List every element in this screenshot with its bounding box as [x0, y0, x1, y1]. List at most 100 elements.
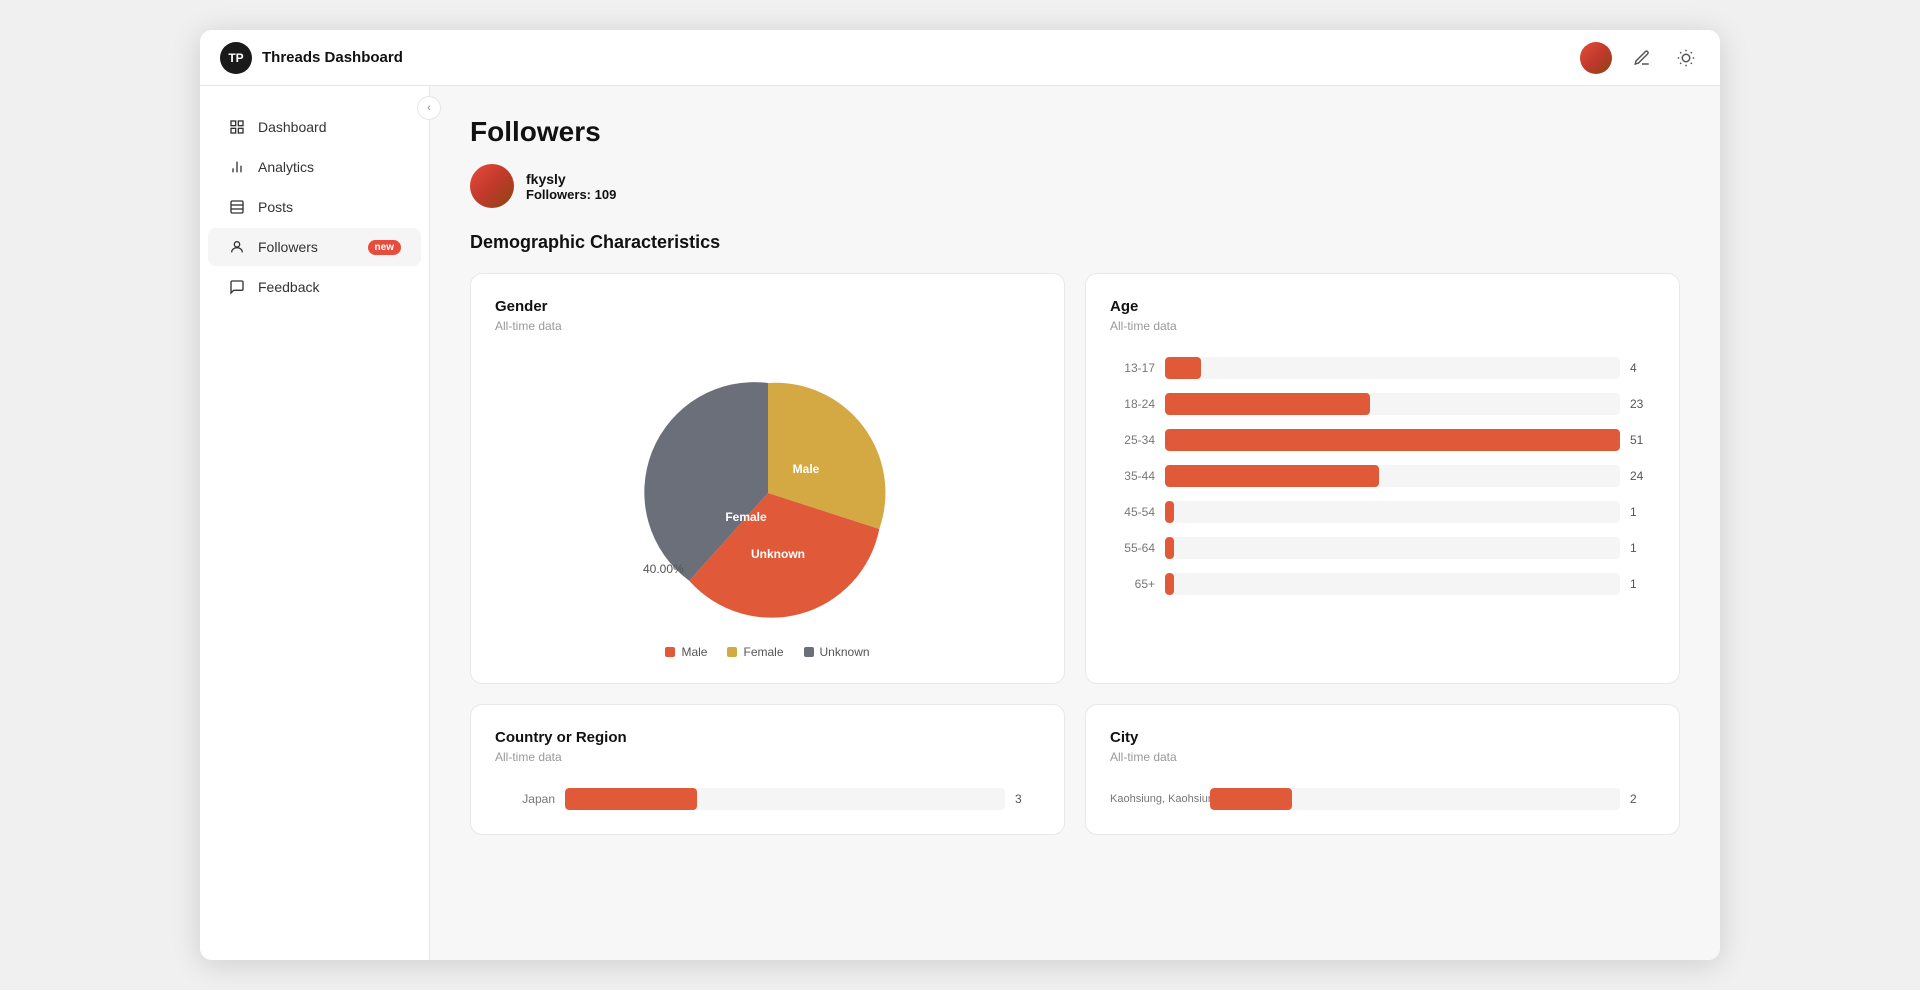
user-avatar[interactable] — [1580, 42, 1612, 74]
bar-label: Japan — [495, 792, 555, 806]
gender-card: Gender All-time data — [470, 273, 1065, 684]
bar-track — [1165, 393, 1620, 415]
legend-female: Female — [727, 645, 783, 659]
country-card-subtitle: All-time data — [495, 750, 1040, 764]
bar-label: 13-17 — [1110, 361, 1155, 375]
sidebar-collapse-button[interactable]: ‹ — [417, 96, 441, 120]
bar-fill — [1165, 501, 1174, 523]
bar-label: 55-64 — [1110, 541, 1155, 555]
sidebar-item-feedback[interactable]: Feedback — [208, 268, 421, 306]
bar-track — [1210, 788, 1620, 810]
sidebar-item-posts[interactable]: Posts — [208, 188, 421, 226]
followers-icon — [228, 238, 246, 256]
bar-value: 2 — [1630, 792, 1655, 806]
bar-fill — [1210, 788, 1292, 810]
app-logo: TP — [220, 42, 252, 74]
main-layout: ‹ Dashboard Analytics Posts — [200, 86, 1720, 960]
bar-label: Kaohsiung, Kaohsiung — [1110, 793, 1200, 805]
bottom-charts-row: Country or Region All-time data Japan 3 … — [470, 704, 1680, 835]
legend-unknown: Unknown — [804, 645, 870, 659]
sidebar-item-dashboard-label: Dashboard — [258, 119, 327, 135]
feedback-icon — [228, 278, 246, 296]
bar-value: 51 — [1630, 433, 1655, 447]
bar-row-age: 55-64 1 — [1110, 537, 1655, 559]
app-window: TP Threads Dashboard ‹ Dashboard — [200, 30, 1720, 960]
dashboard-icon — [228, 118, 246, 136]
bar-row-age: 65+ 1 — [1110, 573, 1655, 595]
topbar-right — [1580, 42, 1700, 74]
city-card-subtitle: All-time data — [1110, 750, 1655, 764]
profile-followers: Followers: 109 — [526, 187, 616, 202]
bar-label: 65+ — [1110, 577, 1155, 591]
gender-card-subtitle: All-time data — [495, 319, 1040, 333]
bar-track — [1165, 537, 1620, 559]
pie-label-female: Female — [725, 510, 767, 524]
bar-row-country: Japan 3 — [495, 788, 1040, 810]
pie-chart: Male Female Unknown 32.38% 27.62% 40.00% — [638, 363, 898, 623]
bar-row-age: 13-17 4 — [1110, 357, 1655, 379]
app-title: Threads Dashboard — [262, 49, 403, 66]
bar-fill — [1165, 465, 1379, 487]
legend-label-female: Female — [743, 645, 783, 659]
legend-dot-female — [727, 647, 737, 657]
sidebar-item-dashboard[interactable]: Dashboard — [208, 108, 421, 146]
pie-container: Male Female Unknown 32.38% 27.62% 40.00% — [495, 353, 1040, 659]
bar-track — [1165, 465, 1620, 487]
age-bar-chart: 13-17 4 18-24 23 25-34 51 35-44 24 45-54 — [1110, 353, 1655, 595]
gender-card-title: Gender — [495, 298, 1040, 315]
legend-male: Male — [665, 645, 707, 659]
topbar: TP Threads Dashboard — [200, 30, 1720, 86]
bar-label: 25-34 — [1110, 433, 1155, 447]
country-card: Country or Region All-time data Japan 3 — [470, 704, 1065, 835]
legend-label-male: Male — [681, 645, 707, 659]
profile-username: fkysly — [526, 171, 616, 187]
profile-info: fkysly Followers: 109 — [526, 171, 616, 202]
sidebar: ‹ Dashboard Analytics Posts — [200, 86, 430, 960]
sidebar-item-analytics-label: Analytics — [258, 159, 314, 175]
bar-label: 18-24 — [1110, 397, 1155, 411]
posts-icon — [228, 198, 246, 216]
section-title: Demographic Characteristics — [470, 232, 1680, 253]
settings-icon[interactable] — [1672, 44, 1700, 72]
city-card: City All-time data Kaohsiung, Kaohsiung … — [1085, 704, 1680, 835]
pie-legend: Male Female Unknown — [665, 645, 869, 659]
country-bar-chart: Japan 3 — [495, 784, 1040, 810]
bar-value: 4 — [1630, 361, 1655, 375]
pie-pct-female: 40.00% — [643, 562, 684, 576]
profile-avatar — [470, 164, 514, 208]
followers-new-badge: new — [368, 240, 401, 255]
pie-label-unknown: Unknown — [751, 547, 805, 561]
profile-row: fkysly Followers: 109 — [470, 164, 1680, 208]
topbar-left: TP Threads Dashboard — [220, 42, 403, 74]
legend-label-unknown: Unknown — [820, 645, 870, 659]
age-card-title: Age — [1110, 298, 1655, 315]
bar-label: 35-44 — [1110, 469, 1155, 483]
bar-fill — [1165, 393, 1370, 415]
bar-track — [1165, 501, 1620, 523]
bar-track — [1165, 573, 1620, 595]
bar-row-age: 25-34 51 — [1110, 429, 1655, 451]
analytics-icon — [228, 158, 246, 176]
page-title: Followers — [470, 116, 1680, 148]
bar-fill — [1165, 357, 1201, 379]
sidebar-item-analytics[interactable]: Analytics — [208, 148, 421, 186]
city-bar-chart: Kaohsiung, Kaohsiung 2 — [1110, 784, 1655, 810]
bar-row-age: 18-24 23 — [1110, 393, 1655, 415]
bar-fill — [1165, 573, 1174, 595]
bar-fill — [1165, 429, 1620, 451]
bar-value: 24 — [1630, 469, 1655, 483]
bar-fill — [565, 788, 697, 810]
bar-row-age: 45-54 1 — [1110, 501, 1655, 523]
bar-row-city: Kaohsiung, Kaohsiung 2 — [1110, 788, 1655, 810]
bar-row-age: 35-44 24 — [1110, 465, 1655, 487]
legend-dot-unknown — [804, 647, 814, 657]
bar-value: 23 — [1630, 397, 1655, 411]
bar-track — [1165, 429, 1620, 451]
city-card-title: City — [1110, 729, 1655, 746]
sidebar-item-posts-label: Posts — [258, 199, 293, 215]
bar-track — [565, 788, 1005, 810]
translate-icon[interactable] — [1628, 44, 1656, 72]
pie-label-male: Male — [792, 462, 819, 476]
age-card: Age All-time data 13-17 4 18-24 23 25-34… — [1085, 273, 1680, 684]
sidebar-item-followers[interactable]: Followers new — [208, 228, 421, 266]
